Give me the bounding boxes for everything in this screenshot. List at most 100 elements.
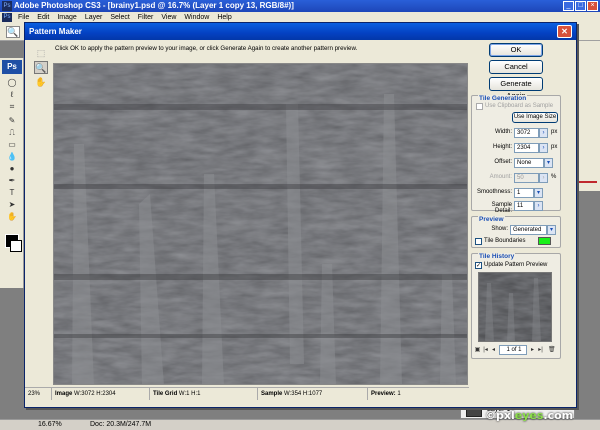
instructions: Click OK to apply the pattern preview to… — [55, 45, 358, 52]
status-preview: Preview: 1 — [368, 388, 468, 400]
width-label: Width: — [494, 129, 512, 135]
dialog-close-button[interactable]: ✕ — [557, 25, 572, 38]
menu-item-select[interactable]: Select — [106, 14, 133, 21]
zoom-readout[interactable]: 16.67% — [38, 421, 62, 428]
status-preview-label: Preview: — [371, 391, 396, 397]
status-image-value: W:3072 H:2304 — [74, 391, 116, 397]
toolbox: Ps ◯ ℓ ⌗ ✎ ⎍ ▭ 💧 ● ✒ T ➤ ✋ — [0, 58, 24, 288]
status-tile-value: W:1 H:1 — [178, 391, 201, 397]
smoothness-select[interactable]: 1 — [514, 188, 534, 198]
use-image-size-button[interactable]: Use Image Size — [512, 112, 558, 123]
amount-unit: % — [551, 174, 557, 180]
crop-tool-icon[interactable]: ⌗ — [6, 102, 18, 112]
dialog-title: Pattern Maker — [25, 23, 576, 40]
smoothness-label: Smoothness: — [476, 189, 512, 195]
type-tool-icon[interactable]: T — [6, 188, 18, 198]
tile-history-thumbnail — [478, 272, 552, 342]
preview-title: Preview — [478, 216, 505, 223]
menu-item-window[interactable]: Window — [180, 14, 213, 21]
document-icon: Ps — [2, 13, 12, 22]
amount-stepper-icon[interactable]: › — [539, 173, 548, 183]
menu-item-filter[interactable]: Filter — [134, 14, 158, 21]
status-sample-label: Sample — [261, 391, 283, 397]
tile-history-page[interactable]: 1 of 1 — [499, 345, 527, 355]
pattern-maker-dialog: Pattern Maker ✕ Click OK to apply the pa… — [24, 22, 577, 408]
marquee-tool-icon[interactable]: ◯ — [6, 78, 18, 88]
watermark-brand-b: eyes — [514, 409, 544, 422]
amount-field[interactable]: 50 — [514, 173, 539, 183]
first-tile-icon[interactable]: |◂ — [482, 346, 489, 354]
menu-item-view[interactable]: View — [157, 14, 180, 21]
maximize-icon[interactable]: □ — [575, 1, 586, 11]
status-image: Image W:3072 H:2304 — [52, 388, 150, 400]
ok-button[interactable]: OK — [489, 43, 543, 57]
brush-tool-icon[interactable]: ✎ — [6, 116, 18, 126]
width-stepper-icon[interactable]: › — [539, 128, 548, 138]
pattern-preview-image — [54, 64, 467, 384]
zoom-tool-icon[interactable]: 🔍 — [6, 26, 20, 38]
status-image-label: Image — [55, 391, 73, 397]
tile-boundaries-checkbox[interactable] — [475, 238, 482, 245]
offset-dropdown-icon[interactable]: ▾ — [544, 158, 553, 168]
watermark-suffix: .com — [543, 409, 574, 422]
photoshop-app-icon: Ps — [2, 1, 12, 11]
dodge-tool-icon[interactable]: ● — [6, 164, 18, 174]
rectangle-select-icon[interactable]: ⬚ — [34, 46, 48, 59]
dialog-toolbox: ⬚ 🔍 ✋ — [28, 43, 52, 103]
status-tile-label: Tile Grid — [153, 391, 178, 397]
dialog-status-bar: 23% Image W:3072 H:2304 Tile Grid W:1 H:… — [25, 387, 469, 400]
watermark-prefix: © — [485, 409, 496, 422]
app-title: Adobe Photoshop CS3 - [brainy1.psd @ 16.… — [14, 1, 294, 10]
close-icon[interactable]: × — [587, 1, 598, 11]
hand-tool-icon[interactable]: ✋ — [6, 212, 18, 222]
menu-item-edit[interactable]: Edit — [33, 14, 53, 21]
previous-tile-icon[interactable]: ◂ — [490, 346, 497, 354]
watermark-brand-a: pxl — [496, 409, 515, 422]
last-tile-icon[interactable]: ▸| — [537, 346, 544, 354]
background-color[interactable] — [10, 240, 22, 252]
menu-item-layer[interactable]: Layer — [81, 14, 107, 21]
next-tile-icon[interactable]: ▸ — [529, 346, 536, 354]
use-clipboard-checkbox[interactable] — [476, 103, 483, 110]
menu-item-file[interactable]: File — [14, 14, 33, 21]
sample-detail-stepper-icon[interactable]: › — [534, 201, 543, 211]
cancel-button[interactable]: Cancel — [489, 60, 543, 74]
tile-history-title: Tile History — [478, 253, 516, 260]
delete-tile-icon[interactable]: 🗑 — [548, 346, 556, 354]
generate-again-button[interactable]: Generate Again — [489, 77, 543, 100]
doc-size: Doc: 20.3M/247.7M — [90, 421, 152, 428]
menu-item-image[interactable]: Image — [53, 14, 80, 21]
use-clipboard-label: Use Clipboard as Sample — [485, 103, 554, 109]
status-preview-value: 1 — [397, 391, 401, 397]
lasso-tool-icon[interactable]: ℓ — [6, 90, 18, 100]
hand-icon[interactable]: ✋ — [34, 75, 48, 88]
update-pattern-preview-checkbox[interactable]: ✓ — [475, 262, 482, 269]
show-dropdown-icon[interactable]: ▾ — [547, 225, 556, 235]
width-field[interactable]: 3072 — [514, 128, 539, 138]
stamp-tool-icon[interactable]: ⎍ — [6, 128, 18, 138]
menu-item-help[interactable]: Help — [213, 14, 235, 21]
sample-detail-field[interactable]: 11 — [514, 201, 534, 211]
show-select[interactable]: Generated — [510, 225, 547, 235]
preview-panel: Preview Show: Generated ▾ Tile Boundarie… — [471, 216, 561, 248]
blur-tool-icon[interactable]: 💧 — [6, 152, 18, 162]
minimize-icon[interactable]: _ — [563, 1, 574, 11]
path-select-tool-icon[interactable]: ➤ — [6, 200, 18, 210]
height-label: Height: — [492, 144, 512, 150]
photoshop-logo: Ps — [2, 60, 22, 74]
pattern-preview-canvas[interactable] — [53, 63, 468, 385]
pen-tool-icon[interactable]: ✒ — [6, 176, 18, 186]
save-preset-icon[interactable]: ▣ — [474, 346, 481, 354]
eraser-tool-icon[interactable]: ▭ — [6, 140, 18, 150]
zoom-icon[interactable]: 🔍 — [34, 61, 48, 74]
status-zoom: 23% — [25, 388, 52, 400]
status-tile-grid: Tile Grid W:1 H:1 — [150, 388, 258, 400]
height-stepper-icon[interactable]: › — [539, 143, 548, 153]
height-unit: px — [551, 144, 558, 150]
smoothness-dropdown-icon[interactable]: ▾ — [534, 188, 543, 198]
offset-select[interactable]: None — [514, 158, 544, 168]
status-sample: Sample W:354 H:1077 — [258, 388, 368, 400]
sample-detail-label: Sample Detail: — [491, 202, 512, 214]
height-field[interactable]: 2304 — [514, 143, 539, 153]
tile-boundary-color-swatch[interactable] — [538, 237, 551, 245]
